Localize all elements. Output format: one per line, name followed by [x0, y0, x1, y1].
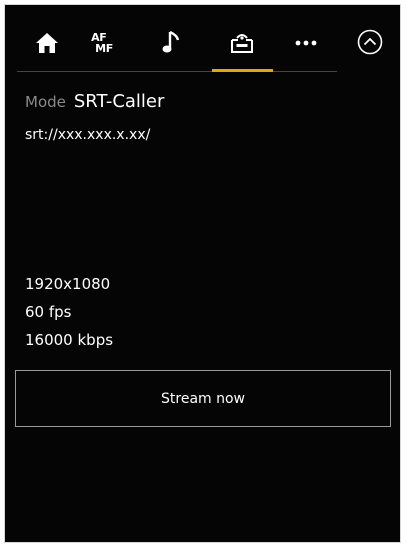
chevron-up-circle-icon	[357, 29, 383, 55]
tab-divider	[17, 71, 337, 72]
tab-more[interactable]	[284, 21, 328, 65]
toolbar: AF MF	[5, 5, 400, 72]
tab-af-mf[interactable]: AF MF	[79, 21, 123, 65]
frame-rate-value: 60 fps	[25, 303, 72, 321]
tab-audio[interactable]	[150, 21, 194, 65]
mode-row: Mode SRT-Caller	[25, 91, 164, 117]
music-note-icon	[162, 30, 180, 53]
mode-label: Mode	[25, 93, 66, 111]
stream-now-button[interactable]: Stream now	[15, 370, 391, 427]
mf-label: MF	[95, 42, 113, 55]
streaming-panel: AF MF Mode SRT-Caller srt://xxx.xxx.x.xx…	[4, 4, 401, 543]
af-mf-icon: AF MF	[89, 32, 113, 54]
resolution-value: 1920x1080	[25, 275, 111, 293]
streaming-icon	[231, 34, 253, 53]
more-icon	[295, 40, 317, 46]
active-tab-indicator	[212, 69, 273, 72]
collapse-button[interactable]	[355, 27, 385, 57]
tab-streaming[interactable]	[220, 21, 264, 65]
bitrate-value: 16000 kbps	[25, 331, 114, 349]
stream-url: srt://xxx.xxx.x.xx/	[25, 127, 151, 143]
tab-home[interactable]	[25, 21, 69, 65]
home-icon	[36, 33, 58, 53]
mode-value: SRT-Caller	[73, 91, 165, 112]
